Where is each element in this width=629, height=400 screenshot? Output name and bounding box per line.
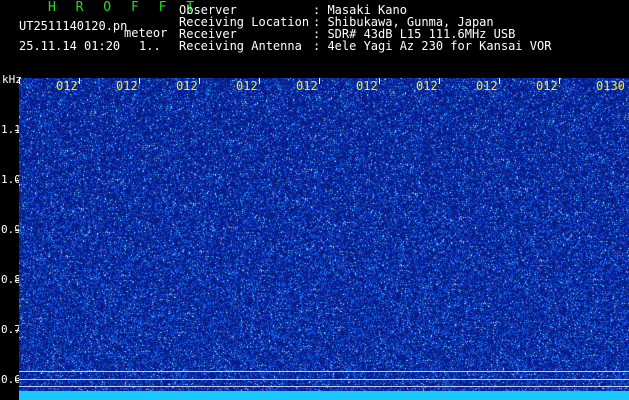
- time-tick: [19, 78, 20, 84]
- antenna-value: : 4ele Yagi Az 230 for Kansai VOR: [313, 39, 552, 53]
- reference-line: [19, 386, 629, 387]
- time-tick: [379, 78, 380, 84]
- mode-label: meteor: [124, 26, 168, 40]
- y-tick: [15, 380, 19, 381]
- time-label: 012: [236, 79, 258, 93]
- noise-baseline: [19, 391, 629, 400]
- y-tick: [15, 180, 19, 181]
- station-info: Observer: Masaki Kano Receiving Location…: [179, 4, 551, 52]
- y-tick: [15, 130, 19, 131]
- time-tick: [259, 78, 260, 84]
- time-label: 012: [116, 79, 138, 93]
- time-label: 0130: [596, 79, 625, 93]
- time-tick: [319, 78, 320, 84]
- time-label: 012: [476, 79, 498, 93]
- time-label: 012: [416, 79, 438, 93]
- antenna-label: Receiving Antenna: [179, 39, 302, 53]
- header-panel: H R O F F T UT2511140120.pn meteor 25.11…: [0, 0, 629, 78]
- app-brand: H R O F F T: [48, 0, 201, 15]
- date-time-extra: 1..: [139, 39, 161, 53]
- time-tick: [139, 78, 140, 84]
- time-tick: [439, 78, 440, 84]
- time-label: 012: [356, 79, 378, 93]
- time-tick: [499, 78, 500, 84]
- time-label: 012: [536, 79, 558, 93]
- file-name: UT2511140120.pn: [19, 19, 128, 33]
- time-tick: [199, 78, 200, 84]
- reference-line: [19, 379, 629, 380]
- date-time: 25.11.14 01:20: [19, 39, 121, 53]
- reference-line: [19, 371, 629, 372]
- time-label: 012: [176, 79, 198, 93]
- time-tick: [559, 78, 560, 84]
- time-label: 012: [296, 79, 318, 93]
- y-tick: [15, 280, 19, 281]
- y-tick: [15, 330, 19, 331]
- spectrogram-canvas: [19, 78, 629, 391]
- time-label: 012: [56, 79, 78, 93]
- time-tick: [79, 78, 80, 84]
- y-tick: [15, 230, 19, 231]
